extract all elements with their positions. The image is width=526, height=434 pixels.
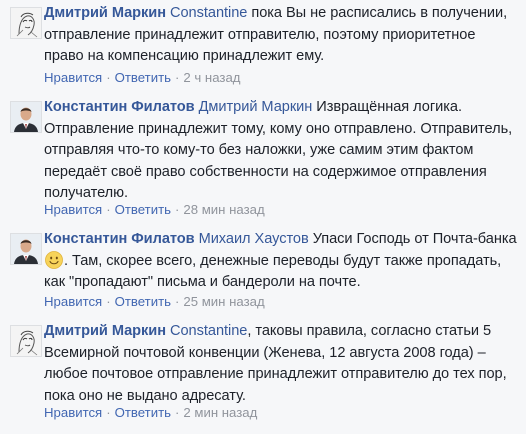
comment-mention[interactable]: Constantine bbox=[170, 5, 247, 21]
smiley-icon bbox=[45, 250, 63, 269]
comment-mention[interactable]: Constantine bbox=[170, 323, 247, 339]
avatar[interactable] bbox=[10, 233, 42, 265]
man-in-suit-icon bbox=[11, 234, 41, 264]
sketch-portrait-icon bbox=[11, 326, 41, 356]
timestamp[interactable]: 2 мин назад bbox=[183, 405, 257, 420]
avatar[interactable] bbox=[10, 325, 42, 357]
avatar[interactable] bbox=[10, 101, 42, 133]
reply-link[interactable]: Ответить bbox=[115, 202, 171, 217]
comment-author[interactable]: Константин Филатов bbox=[44, 99, 195, 115]
comment-body: Дмитрий Маркин Constantine, таковы прави… bbox=[44, 321, 518, 407]
avatar[interactable] bbox=[10, 7, 42, 39]
comment-actions: Нравится · Ответить · 28 мин назад bbox=[44, 201, 265, 219]
sketch-portrait-icon bbox=[11, 8, 41, 38]
reply-link[interactable]: Ответить bbox=[115, 70, 171, 85]
separator: · bbox=[106, 202, 111, 217]
like-link[interactable]: Нравится bbox=[44, 405, 102, 420]
reply-link[interactable]: Ответить bbox=[115, 405, 171, 420]
comment-actions: Нравится · Ответить · 2 мин назад bbox=[44, 404, 257, 422]
separator: · bbox=[106, 405, 111, 420]
comment-text: Упаси Господь от Почта-банка bbox=[308, 231, 517, 247]
comment-thread: Дмитрий Маркин Constantine пока Вы не ра… bbox=[0, 0, 526, 434]
timestamp[interactable]: 25 мин назад bbox=[183, 294, 264, 309]
comment-author[interactable]: Дмитрий Маркин bbox=[44, 323, 166, 339]
comment-actions: Нравится · Ответить · 25 мин назад bbox=[44, 293, 265, 311]
separator: · bbox=[174, 294, 180, 309]
comment-mention[interactable]: Михаил Хаустов bbox=[199, 231, 309, 247]
separator: · bbox=[106, 294, 111, 309]
comment-actions: Нравится · Ответить · 2 ч назад bbox=[44, 69, 240, 87]
timestamp[interactable]: 2 ч назад bbox=[183, 70, 240, 85]
like-link[interactable]: Нравится bbox=[44, 202, 102, 217]
man-in-suit-icon bbox=[11, 102, 41, 132]
timestamp[interactable]: 28 мин назад bbox=[183, 202, 264, 217]
like-link[interactable]: Нравится bbox=[44, 294, 102, 309]
separator: · bbox=[174, 202, 180, 217]
comment-body: Константин Филатов Михаил Хаустов Упаси … bbox=[44, 229, 518, 294]
comment-body: Дмитрий Маркин Constantine пока Вы не ра… bbox=[44, 3, 518, 68]
comment-text: . Там, скорее всего, денежные переводы б… bbox=[44, 252, 502, 291]
comment-body: Константин Филатов Дмитрий Маркин Извращ… bbox=[44, 97, 518, 205]
like-link[interactable]: Нравится bbox=[44, 70, 102, 85]
separator: · bbox=[106, 70, 111, 85]
separator: · bbox=[174, 405, 180, 420]
comment-mention[interactable]: Дмитрий Маркин bbox=[199, 99, 313, 115]
comment-author[interactable]: Дмитрий Маркин bbox=[44, 5, 166, 21]
reply-link[interactable]: Ответить bbox=[115, 294, 171, 309]
separator: · bbox=[174, 70, 180, 85]
comment-author[interactable]: Константин Филатов bbox=[44, 231, 195, 247]
